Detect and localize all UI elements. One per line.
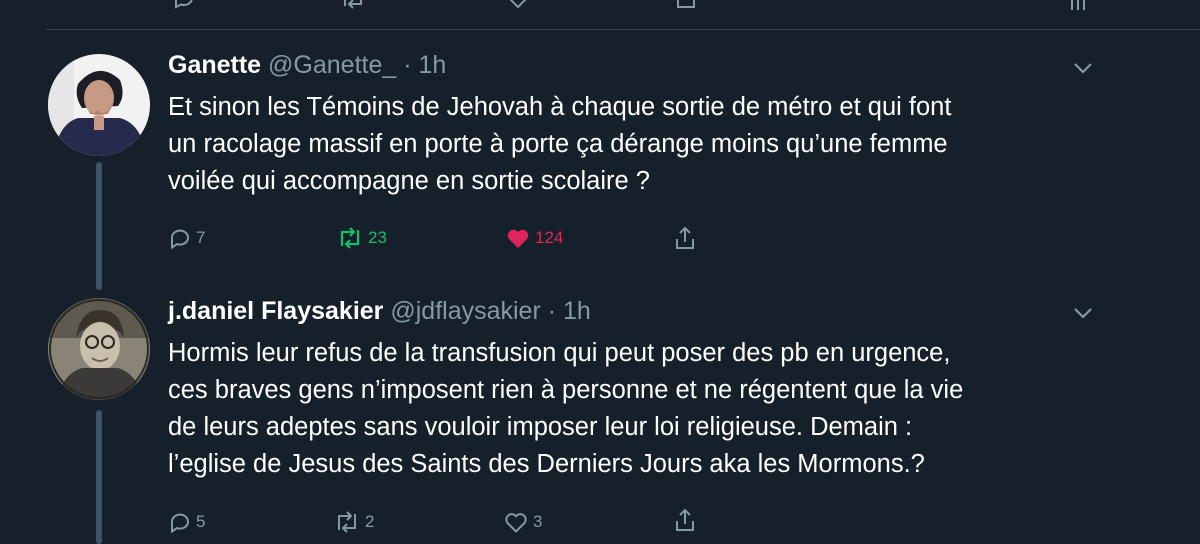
share-button[interactable]	[673, 505, 697, 535]
timestamp[interactable]: 1h	[563, 297, 591, 325]
thread-connector-line	[96, 162, 102, 290]
reply-icon	[168, 226, 192, 250]
separator: ·	[547, 297, 557, 325]
timestamp[interactable]: 1h	[419, 51, 447, 79]
tweet-text: Hormis leur refus de la transfusion qui …	[168, 335, 1118, 483]
share-icon	[673, 225, 697, 251]
tweet-header: j.daniel Flaysakier @jdflaysakier · 1h	[168, 296, 591, 326]
like-button[interactable]: 124	[505, 223, 563, 253]
tweet-text-line: Hormis leur refus de la transfusion qui …	[168, 339, 951, 367]
like-count: 124	[535, 228, 564, 247]
reply-button[interactable]: 5	[168, 507, 205, 537]
tweet-text-line: Et sinon les Témoins de Jehovah à chaque…	[168, 93, 952, 121]
tweet-header: Ganette @Ganette_ · 1h	[168, 50, 446, 80]
retweet-icon[interactable]	[340, 0, 364, 10]
like-icon[interactable]	[506, 0, 530, 10]
retweet-icon	[336, 226, 364, 250]
avatar[interactable]	[48, 298, 150, 400]
handle[interactable]: @jdflaysakier	[390, 297, 540, 325]
reply-icon	[168, 510, 192, 534]
display-name[interactable]: Ganette	[168, 51, 261, 79]
chevron-down-icon[interactable]	[1072, 61, 1094, 75]
reply-count: 5	[196, 512, 206, 531]
previous-tweet-actions	[0, 0, 1200, 10]
share-icon	[673, 507, 697, 533]
tweet-text-line: de leurs adeptes sans vouloir imposer le…	[168, 413, 913, 441]
share-button[interactable]	[673, 223, 697, 253]
display-name[interactable]: j.daniel Flaysakier	[168, 297, 383, 325]
reply-icon[interactable]	[172, 0, 196, 10]
retweet-button[interactable]: 2	[333, 507, 374, 537]
tweet-text-line: un racolage massif en porte à porte ça d…	[168, 130, 948, 158]
separator: ·	[403, 51, 412, 79]
like-count: 3	[533, 512, 543, 531]
retweet-icon	[333, 510, 361, 534]
like-icon	[503, 510, 529, 534]
tweet-text-line: l’eglise de Jesus des Saints des Dernier…	[168, 450, 925, 478]
tweet-text-line: ces braves gens n’imposent rien à person…	[168, 376, 964, 404]
tweet-thread: Ganette @Ganette_ · 1h Et sinon les Témo…	[0, 0, 1200, 544]
chevron-down-icon[interactable]	[1072, 306, 1094, 320]
avatar[interactable]	[48, 54, 150, 156]
analytics-icon[interactable]	[1066, 0, 1090, 10]
retweet-button[interactable]: 23	[336, 223, 387, 253]
share-icon[interactable]	[674, 0, 698, 10]
like-button[interactable]: 3	[503, 507, 542, 537]
tweet-text-line: voilée qui accompagne en sortie scolaire…	[168, 167, 650, 195]
tweet-text: Et sinon les Témoins de Jehovah à chaque…	[168, 89, 1118, 200]
thread-connector-line	[96, 410, 102, 544]
reply-button[interactable]: 7	[168, 223, 205, 253]
retweet-count: 2	[365, 512, 375, 531]
divider	[46, 29, 1200, 30]
handle[interactable]: @Ganette_	[268, 51, 396, 79]
retweet-count: 23	[368, 228, 387, 247]
like-icon	[505, 226, 531, 250]
reply-count: 7	[196, 228, 206, 247]
